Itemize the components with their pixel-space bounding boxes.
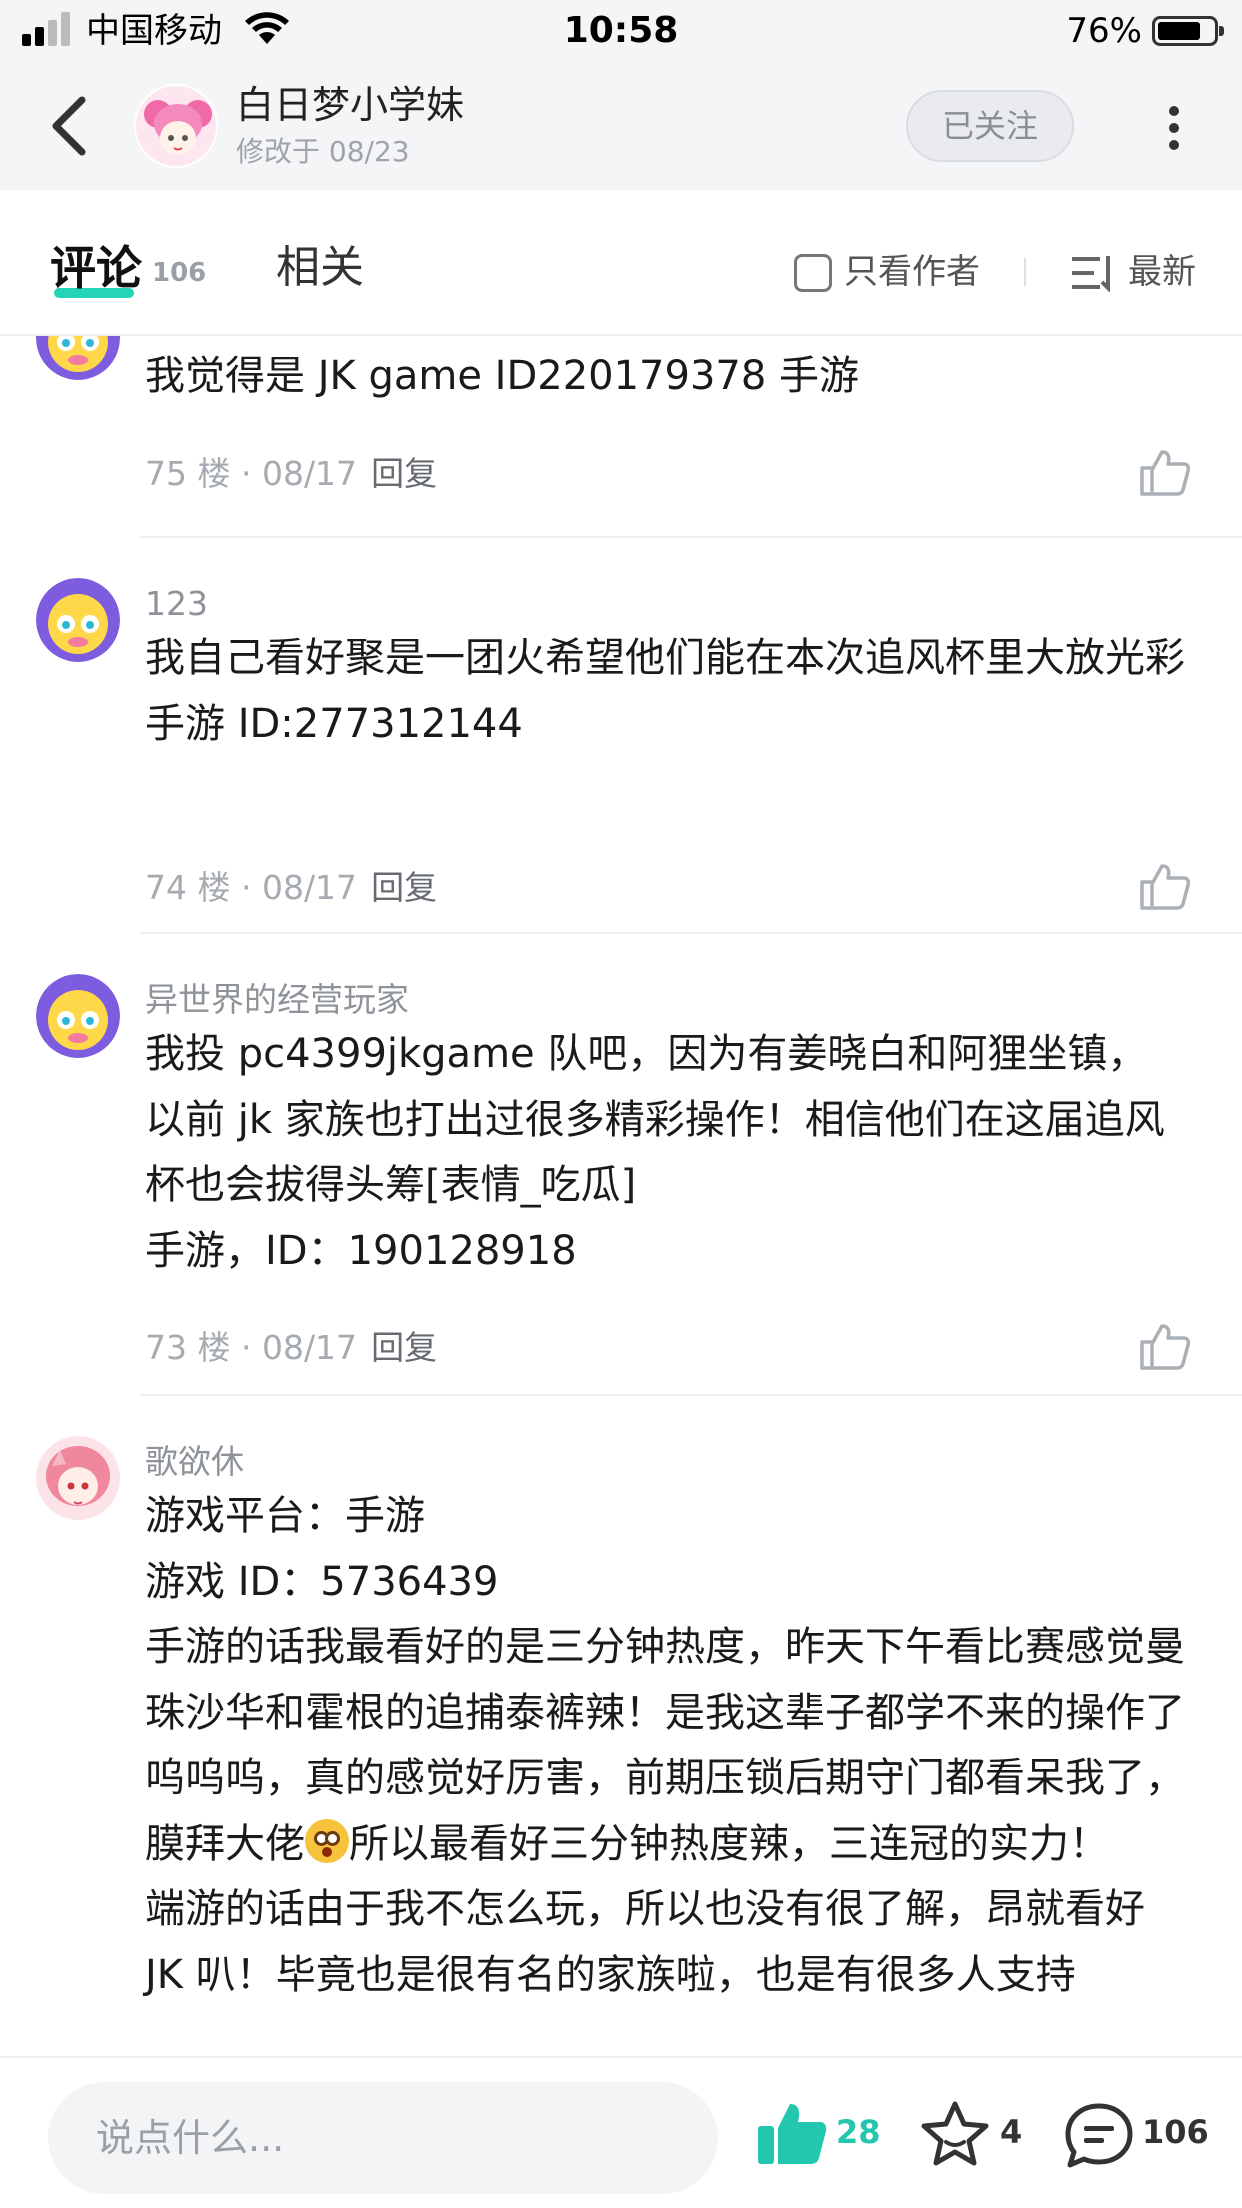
like-filled-icon[interactable] [756,2100,828,2166]
commenter-name[interactable]: 异世界的经营玩家 [145,978,409,1022]
reply-button[interactable]: 回复 [371,454,437,493]
sort-label[interactable]: 最新 [1128,252,1196,292]
clock: 10:58 [563,10,679,51]
comment-input[interactable]: 说点什么... [48,2082,718,2194]
like-count: 28 [836,2113,881,2151]
input-placeholder: 说点什么... [96,2116,285,2160]
comment-line: 手游 ID:277312144 [145,700,523,747]
comment-line: 游戏平台：手游 [145,1493,425,1539]
commenter-avatar[interactable] [36,1436,120,1520]
modified-date: 修改于 08/23 [236,135,410,168]
comment-line: 端游的话由于我不怎么玩，所以也没有很了解，昂就看好 JK 叭！毕竟也是很有名的家… [145,1886,1145,1998]
author-avatar[interactable] [134,84,218,168]
comment-text: 我投 pc4399jkgame 队吧，因为有姜晓白和阿狸坐镇，以前 jk 家族也… [145,1022,1185,1284]
floor-date: 75 楼 · 08/17 [145,454,358,493]
back-arrow-icon[interactable] [40,92,100,160]
commenter-name[interactable]: 昵称已被家族 [145,336,343,344]
comment-line-part: 所以最看好三分钟热度辣，三连冠的实力！ [349,1820,1109,1867]
favorite-count: 4 [1000,2113,1023,2151]
post-header: 白日梦小学妹 修改于 08/23 已关注 [0,62,1242,190]
reply-button[interactable]: 回复 [371,1328,437,1367]
avatar-cartoon-icon [36,336,120,380]
separator [140,536,1242,538]
commenter-name[interactable]: 123 [145,582,208,626]
more-options-icon[interactable] [1160,98,1188,158]
comment-line: 我觉得是 JK game ID220179378 手游 [145,353,860,399]
star-icon[interactable] [920,2100,990,2168]
sort-icon[interactable] [1070,254,1114,292]
comment-meta: 74 楼 · 08/17 回复 [145,866,437,910]
commenter-avatar[interactable] [36,974,120,1058]
checkbox-icon[interactable] [794,254,832,292]
only-author-label: 只看作者 [844,252,980,292]
tab-comments[interactable]: 评论 [50,240,142,296]
comment-tabs: 评论 106 相关 只看作者 最新 [0,190,1242,336]
shocked-emoji-icon [305,1818,349,1863]
bottom-action-bar: 说点什么... 28 4 106 [0,2056,1242,2208]
thumbs-up-icon[interactable] [1138,862,1190,910]
comment-bubble-icon[interactable] [1064,2102,1134,2168]
comment-text: 我觉得是 JK game ID220179378 手游 [145,344,1185,410]
comment-text: 游戏平台：手游 游戏 ID：5736439 手游的话我最看好的是三分钟热度，昨天… [145,1484,1185,2008]
battery-icon [1152,16,1224,46]
comment-count: 106 [1142,2113,1209,2151]
follow-button[interactable]: 已关注 [906,90,1074,162]
avatar-cartoon-icon [36,578,120,662]
separator [140,1394,1242,1396]
author-name[interactable]: 白日梦小学妹 [236,80,464,130]
reply-button[interactable]: 回复 [371,868,437,907]
commenter-name[interactable]: 歌欲休 [145,1440,244,1484]
divider [1024,258,1026,286]
floor-date: 73 楼 · 08/17 [145,1328,358,1367]
avatar-cartoon-icon [36,974,120,1058]
comment-line: 我投 pc4399jkgame 队吧，因为有姜晓白和阿狸坐镇，以前 jk 家族也… [145,1031,1165,1208]
thumbs-up-icon[interactable] [1138,1322,1190,1370]
commenter-avatar[interactable] [36,336,120,380]
commenter-avatar[interactable] [36,578,120,662]
comment-meta: 73 楼 · 08/17 回复 [145,1326,437,1370]
comment-list: 昵称已被家族 我觉得是 JK game ID220179378 手游 75 楼 … [0,336,1242,2056]
battery-percentage: 76% [1066,11,1142,51]
floor-date: 74 楼 · 08/17 [145,868,358,907]
tab-related[interactable]: 相关 [276,240,364,296]
comments-count: 106 [152,258,207,288]
thumbs-up-icon[interactable] [1138,448,1190,496]
separator [140,932,1242,934]
avatar-anime-girl-icon [36,1436,120,1520]
comment-line: 我自己看好聚是一团火希望他们能在本次追风杯里大放光彩 [145,635,1185,681]
status-bar: 中国移动 10:58 76% [0,0,1242,62]
comment-line: 手游，ID：190128918 [145,1227,577,1274]
comment-line: 手游的话我最看好的是三分钟热度，昨天下午看比赛感觉曼珠沙华和霍根的追捕泰裤辣！是… [145,1615,1185,1877]
comment-meta: 75 楼 · 08/17 回复 [145,452,437,496]
comment-text: 我自己看好聚是一团火希望他们能在本次追风杯里大放光彩 手游 ID:2773121… [145,626,1185,757]
comment-line: 游戏 ID：5736439 [145,1558,499,1605]
avatar-girl-icon [136,86,216,166]
